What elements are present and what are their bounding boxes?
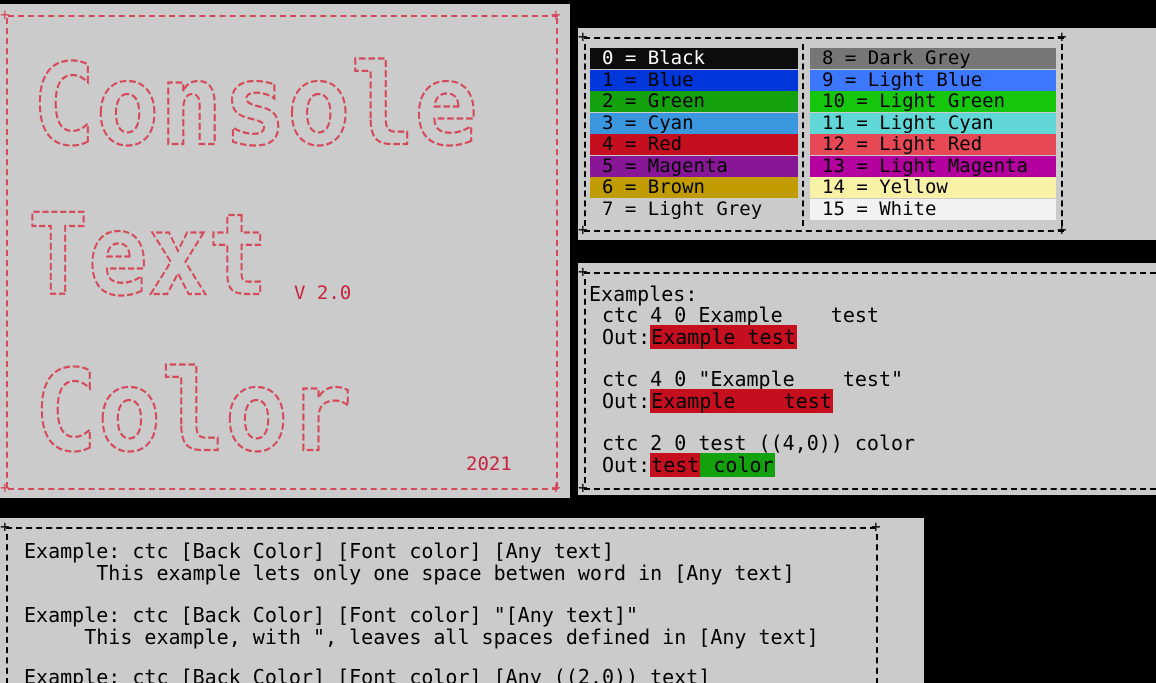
palette-swatch-left-1: 1 = Blue	[590, 69, 798, 91]
text-word: Text	[28, 191, 268, 312]
color-palette-panel: + + + + 0 = Black 1 = Blue 2 = Green 3 = Cy…	[578, 28, 1156, 240]
examples-heading: Examples:	[589, 282, 698, 306]
border-right	[1061, 44, 1063, 226]
usage-line-1: Example: ctc [Back Color] [Font color] […	[24, 539, 615, 563]
corner-plus: +	[0, 478, 10, 497]
version-label: V 2.0	[294, 282, 352, 304]
palette-swatch-left-3: 3 = Cyan	[590, 112, 798, 134]
palette-swatch-right-2: 10 = Light Green	[810, 91, 1056, 112]
corner-plus: +	[1057, 28, 1067, 46]
usage-line-5: Example: ctc [Back Color] [Font color] […	[24, 665, 711, 683]
border-top	[584, 272, 1156, 274]
corner-plus: +	[871, 518, 881, 536]
palette-swatch-left-7: 7 = Light Grey	[590, 198, 798, 220]
example-3-output-green: color	[700, 453, 775, 477]
corner-plus: +	[578, 220, 588, 239]
border-top	[8, 15, 558, 17]
example-1-output: Out:Example test	[602, 325, 797, 349]
example-2-output-text: Example test	[650, 389, 833, 413]
out-label: Out:	[602, 453, 651, 477]
out-label: Out:	[602, 325, 651, 349]
border-left	[6, 18, 8, 488]
palette-swatch-right-0: 8 = Dark Grey	[810, 48, 1056, 69]
usage-line-4: This example, with ", leaves all spaces …	[24, 625, 819, 649]
example-2-output: Out:Example test	[602, 389, 833, 413]
corner-plus: +	[578, 478, 588, 496]
palette-swatch-right-6: 14 = Yellow	[810, 177, 1056, 198]
usage-line-3: Example: ctc [Back Color] [Font color] "…	[24, 603, 639, 627]
border-bottom	[584, 230, 1064, 232]
usage-panel: + + Example: ctc [Back Color] [Font colo…	[0, 518, 924, 683]
border-right	[876, 534, 878, 683]
border-bottom	[8, 488, 558, 490]
palette-swatch-right-1: 9 = Light Blue	[810, 69, 1056, 91]
border-right	[556, 18, 558, 488]
year-label: 2021	[466, 453, 512, 475]
palette-swatch-left-4: 4 = Red	[590, 134, 798, 155]
palette-swatch-left-6: 6 = Brown	[590, 177, 798, 198]
palette-swatch-right-7: 15 = White	[810, 198, 1056, 220]
console-word: Console	[32, 41, 478, 160]
border-left	[584, 44, 586, 226]
border-left	[584, 279, 586, 483]
corner-plus: +	[1057, 220, 1067, 239]
border-top	[6, 527, 876, 529]
border-middle	[802, 44, 804, 226]
example-3-command: ctc 2 0 test ((4,0)) color	[602, 431, 916, 455]
palette-swatch-right-3: 11 = Light Cyan	[810, 112, 1056, 134]
corner-plus: +	[578, 263, 588, 281]
palette-swatch-left-2: 2 = Green	[590, 91, 798, 112]
border-left	[6, 534, 8, 683]
ascii-title-color: Color	[33, 346, 353, 464]
palette-swatch-right-4: 12 = Light Red	[810, 134, 1056, 155]
palette-swatch-right-5: 13 = Light Magenta	[810, 155, 1056, 177]
ascii-title-console: Console	[31, 40, 479, 160]
color-word: Color	[34, 347, 352, 464]
corner-plus: +	[0, 518, 10, 536]
example-3-output-red: test	[650, 453, 701, 477]
ascii-title-text: Text	[27, 190, 269, 312]
palette-swatch-left-5: 5 = Magenta	[590, 155, 798, 177]
corner-plus: +	[578, 28, 588, 46]
title-panel: + + + + Console Text V 2.0 Color 2021	[0, 4, 570, 498]
example-1-output-text: Example test	[650, 325, 797, 349]
palette-swatch-left-0: 0 = Black	[590, 48, 798, 69]
example-3-output: Out:test color	[602, 453, 775, 477]
examples-panel: + + Examples: ctc 4 0 Example test Out:E…	[578, 263, 1156, 495]
example-2-command: ctc 4 0 "Example test"	[602, 367, 904, 391]
border-bottom	[584, 488, 1156, 490]
corner-plus: +	[551, 478, 561, 497]
corner-plus: +	[0, 5, 10, 24]
border-top	[584, 37, 1064, 39]
usage-line-2: This example lets only one space betwen …	[24, 561, 795, 585]
out-label: Out:	[602, 389, 651, 413]
corner-plus: +	[551, 5, 561, 24]
example-1-command: ctc 4 0 Example test	[602, 303, 879, 327]
